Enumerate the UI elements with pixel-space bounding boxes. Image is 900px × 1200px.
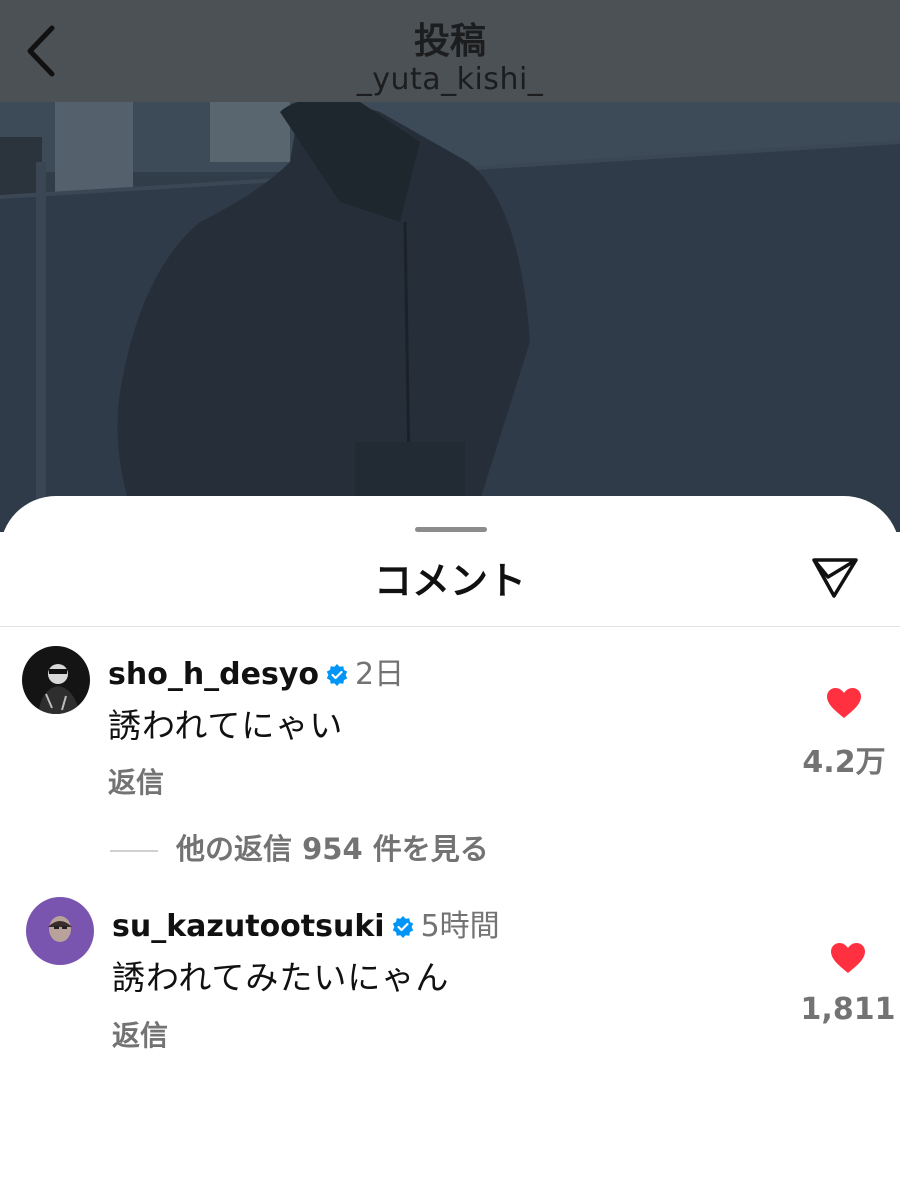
send-icon [812, 558, 858, 598]
page-title: 投稿 [413, 21, 486, 62]
verified-badge-icon [392, 916, 413, 938]
comment-time: 2日 [355, 657, 405, 692]
verified-badge-icon [326, 664, 348, 686]
top-header: 投稿 _yuta_kishi_ [0, 0, 900, 102]
like-control[interactable]: 4.2万 [784, 687, 900, 781]
replies-divider-line [110, 850, 158, 852]
like-control[interactable]: 1,811 [788, 942, 900, 1027]
comment-meta: su_kazutootsuki 5時間 [112, 901, 500, 945]
comments-sheet: コメント sho_h_desyo 2日 誘われてにゃい 返信 4.2万 他の返信… [0, 496, 900, 1200]
comment-text: 誘われてみたいにゃん [112, 958, 450, 997]
comment-text: 誘われてにゃい [108, 706, 344, 745]
comment-meta: sho_h_desyo 2日 [108, 649, 404, 693]
reply-button[interactable]: 返信 [112, 1014, 168, 1054]
comment-username[interactable]: su_kazutootsuki [112, 909, 385, 944]
heart-icon[interactable] [826, 687, 862, 719]
comment-username[interactable]: sho_h_desyo [108, 657, 319, 692]
avatar[interactable] [26, 897, 94, 965]
comment-time: 5時間 [420, 909, 500, 944]
comments-title: コメント [373, 559, 526, 603]
view-more-replies-label: 他の返信 954 件を見る [176, 832, 489, 866]
divider [0, 626, 900, 627]
post-author-username[interactable]: _yuta_kishi_ [0, 62, 900, 97]
heart-icon[interactable] [830, 942, 866, 974]
avatar[interactable] [22, 646, 90, 714]
post-photo [0, 102, 900, 532]
reply-button[interactable]: 返信 [108, 761, 164, 801]
like-count: 4.2万 [802, 745, 886, 780]
view-more-replies[interactable]: 他の返信 954 件を見る [110, 826, 489, 868]
share-button[interactable] [806, 550, 866, 604]
like-count: 1,811 [800, 992, 896, 1027]
sheet-grabber[interactable] [415, 527, 487, 532]
